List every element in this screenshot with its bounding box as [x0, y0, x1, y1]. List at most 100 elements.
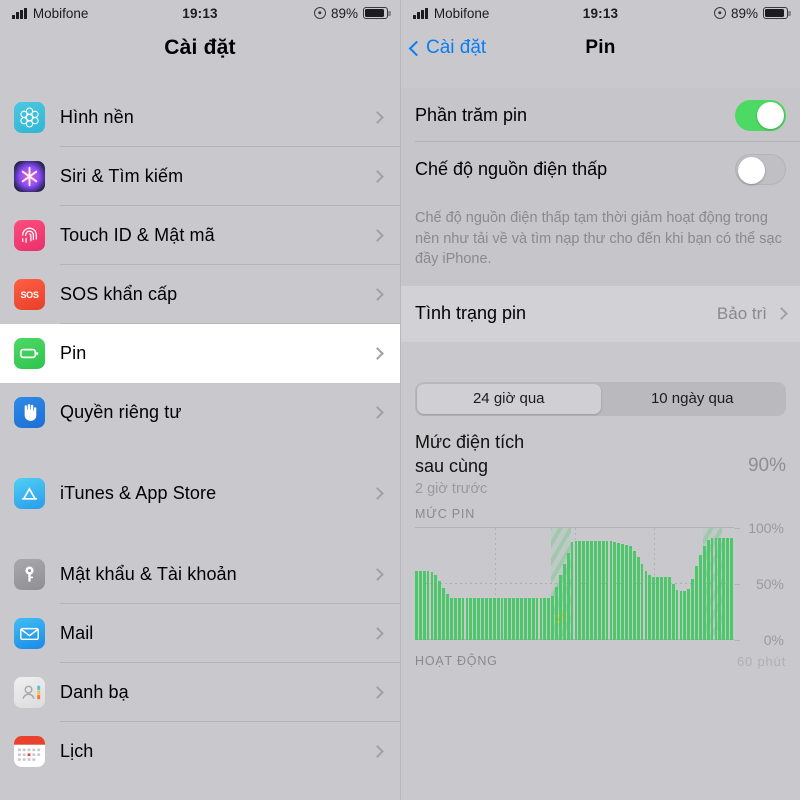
sidebar-item-itunes-app-store[interactable]: iTunes & App Store [0, 464, 400, 523]
sidebar-item-wallpaper[interactable]: Hình nền [0, 88, 400, 147]
chart-bar [691, 578, 695, 641]
sidebar-item-touch-id[interactable]: Touch ID & Mật mã [0, 206, 400, 265]
chart-bar [461, 597, 465, 641]
sidebar-item-contacts[interactable]: Danh bạ [0, 663, 400, 722]
chevron-left-icon [408, 40, 425, 56]
signal-bars-icon [413, 7, 428, 19]
contacts-icon [14, 677, 45, 708]
chart-bar [679, 591, 683, 641]
status-bar-left: Mobifone 19:13 89% [0, 0, 400, 26]
last-charge-text: Mức điện tích sau cùng 2 giờ trước [415, 430, 748, 498]
chart-bar [453, 597, 457, 641]
touch-id-icon [14, 220, 45, 251]
battery-toggles-group: Phần trăm pin Chế độ nguồn điện thấp Chế… [401, 88, 800, 286]
status-bar-right-group: 89% [618, 5, 791, 21]
sidebar-item-label: Siri & Tìm kiếm [60, 166, 184, 186]
sidebar-item-emergency-sos[interactable]: SOS SOS khẩn cấp [0, 265, 400, 324]
status-bar-right-group: 89% [218, 6, 391, 21]
location-services-icon [313, 7, 326, 19]
sidebar-item-label: iTunes & App Store [60, 483, 217, 503]
chart-bar [500, 597, 504, 641]
chart-bar [547, 597, 551, 641]
chart-bar [426, 570, 430, 641]
chart-bar [430, 572, 434, 641]
calendar-icon [14, 736, 45, 767]
chart-bar [675, 589, 679, 641]
sidebar-item-calendar[interactable]: Lịch [0, 722, 400, 781]
chart-bar [706, 539, 710, 641]
row-label: Chế độ nguồn điện thấp [415, 158, 608, 179]
chart-bar [446, 594, 449, 641]
chart-bar [714, 538, 718, 641]
group-gap-1 [0, 442, 400, 464]
chart-bar [590, 540, 593, 641]
chart-bar [527, 597, 531, 641]
row-label: Tình trạng pin [415, 303, 527, 324]
chart-bar [434, 575, 438, 641]
sidebar-item-battery[interactable]: Pin [0, 324, 400, 383]
location-services-icon [713, 7, 726, 19]
chart-bar [473, 597, 477, 641]
right-top-gap [401, 70, 800, 88]
battery-health-value: Bảo trì [716, 303, 767, 323]
sidebar-item-label: Hình nền [60, 107, 134, 127]
sidebar-item-privacy[interactable]: Quyền riêng tư [0, 383, 400, 442]
chart-bar [609, 540, 613, 641]
chart-bar [535, 597, 539, 641]
sidebar-item-passwords-accounts[interactable]: Mật khẩu & Tài khoản [0, 545, 400, 604]
row-low-power-mode[interactable]: Chế độ nguồn điện thấp [401, 142, 800, 196]
chevron-right-icon [371, 745, 384, 758]
chart-bar [469, 597, 473, 641]
chart-bar [516, 597, 519, 641]
chart-section-title: MỨC PIN [415, 507, 476, 522]
time-range-segmented-control[interactable]: 24 giờ qua 10 ngày qua [415, 381, 786, 416]
battery-percent-label: 89% [730, 5, 758, 21]
chart-bar [465, 597, 469, 641]
chart-bar [601, 540, 605, 641]
sidebar-item-siri[interactable]: Siri & Tìm kiếm [0, 147, 400, 206]
chart-bar [683, 591, 687, 641]
chart-y-axis-labels: 100% 50% 0% [734, 520, 786, 648]
chevron-right-icon [371, 686, 384, 699]
row-battery-percentage[interactable]: Phần trăm pin [401, 88, 800, 142]
app-store-icon [14, 478, 45, 509]
chart-bars [415, 528, 734, 641]
back-button[interactable]: Cài đặt [408, 37, 486, 59]
chart-bar [656, 576, 660, 641]
chart-bar [438, 580, 442, 641]
chart-y-tick [735, 528, 740, 530]
battery-health-group: Tình trạng pin Bảo trì [401, 285, 800, 342]
chart-bar [492, 597, 496, 641]
chart-y-tick [735, 640, 740, 642]
sidebar-item-label: Touch ID & Mật mã [60, 225, 215, 245]
chevron-right-icon [371, 170, 384, 183]
chart-bar [457, 597, 461, 641]
chevron-right-icon [775, 307, 788, 321]
chart-bar [570, 541, 574, 641]
chart-bar [523, 597, 527, 641]
tab-last-24-hours[interactable]: 24 giờ qua [417, 383, 601, 414]
battery-percentage-toggle[interactable] [735, 99, 786, 131]
chart-bar [566, 552, 570, 641]
activity-section-label: HOẠT ĐỘNG [415, 654, 498, 669]
tab-last-10-days[interactable]: 10 ngày qua [601, 384, 785, 414]
chart-bar [664, 576, 667, 641]
chart-bar [636, 557, 640, 641]
chart-bar [418, 570, 422, 641]
chart-bar [730, 538, 733, 641]
sidebar-item-mail[interactable]: Mail [0, 604, 400, 663]
chart-bar [722, 538, 726, 641]
battery-level-chart-block: MỨC PIN ⚡ 100% 50% 0% [401, 497, 800, 648]
last-charge-level-block: Mức điện tích sau cùng 2 giờ trước 90% [401, 416, 800, 498]
settings-group-2: iTunes & App Store [0, 464, 400, 523]
last-charge-value: 90% [747, 455, 786, 477]
chevron-right-icon [371, 568, 384, 581]
activity-duration-label: 60 phút [737, 654, 786, 670]
chart-bar [617, 542, 621, 641]
row-battery-health[interactable]: Tình trạng pin Bảo trì [401, 286, 800, 342]
chevron-right-icon [371, 347, 384, 360]
chart-bar [520, 597, 523, 641]
low-power-mode-toggle[interactable] [735, 153, 786, 185]
chart-bar [450, 597, 453, 641]
chart-bar [687, 588, 691, 641]
